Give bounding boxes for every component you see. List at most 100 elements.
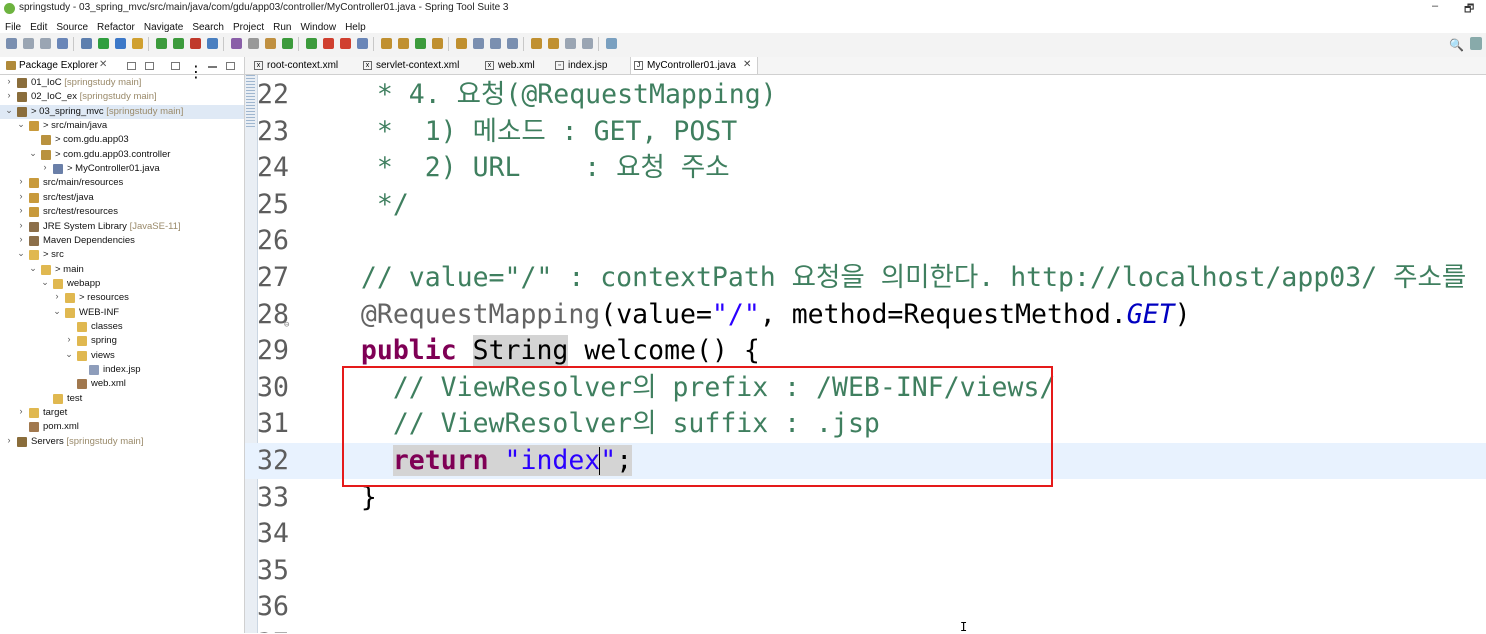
tree-item[interactable]: ⌄ > com.gdu.app03.controller	[0, 148, 244, 162]
menu-source[interactable]: Source	[51, 20, 92, 33]
collapse-arrow-icon[interactable]: ›	[53, 291, 61, 301]
code-line[interactable]: 25 */	[245, 187, 1486, 223]
toggle-icon[interactable]	[81, 38, 92, 49]
open-icon[interactable]	[357, 38, 368, 49]
menu-refactor[interactable]: Refactor	[92, 20, 139, 33]
collapse-arrow-icon[interactable]: ›	[65, 334, 73, 344]
perspective-icon[interactable]	[1470, 37, 1482, 50]
tree-item[interactable]: › target	[0, 406, 244, 420]
minimize-button[interactable]: –	[1432, 0, 1438, 12]
extra-1-icon[interactable]	[490, 38, 501, 49]
server-icon[interactable]	[231, 38, 242, 49]
code-line[interactable]: 37	[245, 626, 1486, 633]
code-line[interactable]: 26	[245, 223, 1486, 259]
expand-arrow-icon[interactable]: ⌄	[5, 105, 13, 116]
code-line[interactable]: 28 ⊖ @RequestMapping(value="/", method=Re…	[245, 297, 1486, 333]
spring-icon[interactable]	[115, 38, 126, 49]
run-icon[interactable]	[173, 38, 184, 49]
minimize-view-icon[interactable]	[208, 66, 217, 68]
stop-icon[interactable]	[190, 38, 201, 49]
back-icon[interactable]	[456, 38, 467, 49]
expand-arrow-icon[interactable]: ⌄	[29, 148, 37, 159]
deploy-icon[interactable]	[207, 38, 218, 49]
menu-file[interactable]: File	[0, 20, 25, 33]
tree-item[interactable]: ⌄ > src	[0, 248, 244, 262]
close-icon[interactable]: ✕	[743, 59, 751, 70]
expand-arrow-icon[interactable]: ⌄	[29, 263, 37, 274]
collapse-arrow-icon[interactable]: ›	[17, 406, 25, 416]
run-last-icon[interactable]	[156, 38, 167, 49]
console-icon[interactable]	[340, 38, 351, 49]
new-icon[interactable]	[6, 38, 17, 49]
expand-arrow-icon[interactable]: ⌄	[41, 277, 49, 288]
print-icon[interactable]	[57, 38, 68, 49]
prev-icon[interactable]	[415, 38, 426, 49]
code-line[interactable]: 24 * 2) URL : 요청 주소	[245, 150, 1486, 186]
tree-item[interactable]: › JRE System Library [JavaSE-11]	[0, 220, 244, 234]
tree-item[interactable]: ⌄ > 03_spring_mvc [springstudy main]	[0, 104, 244, 119]
search-icon[interactable]	[282, 38, 293, 49]
tree-item[interactable]: ⌄ > src/main/java	[0, 119, 244, 133]
next-icon[interactable]	[398, 38, 409, 49]
code-editor[interactable]: 22 * 4. 요청(@RequestMapping) 23 * 1) 메소드 :…	[245, 75, 1486, 633]
collapse-arrow-icon[interactable]: ›	[17, 220, 25, 230]
code-line[interactable]: 36	[245, 589, 1486, 625]
tree-item[interactable]: › src/test/java	[0, 191, 244, 205]
collapse-arrow-icon[interactable]: ›	[41, 162, 49, 172]
tree-item[interactable]: test	[0, 392, 244, 406]
tree-item[interactable]: web.xml	[0, 377, 244, 391]
collapse-arrow-icon[interactable]: ›	[17, 205, 25, 215]
extra-5-icon[interactable]	[565, 38, 576, 49]
properties-icon[interactable]	[248, 38, 259, 49]
collapse-arrow-icon[interactable]: ›	[5, 76, 13, 86]
forward-icon[interactable]	[432, 38, 443, 49]
tree-item[interactable]: classes	[0, 320, 244, 334]
filter-icon[interactable]	[171, 62, 180, 70]
code-line[interactable]: 22 * 4. 요청(@RequestMapping)	[245, 77, 1486, 113]
editor-tab[interactable]: x servlet-context.xml	[360, 57, 478, 74]
tree-item[interactable]: > com.gdu.app03	[0, 133, 244, 147]
tree-item[interactable]: index.jsp	[0, 363, 244, 377]
pin-icon[interactable]	[473, 38, 484, 49]
tree-item[interactable]: › src/test/resources	[0, 205, 244, 219]
tree-item[interactable]: ⌄ webapp	[0, 277, 244, 291]
collapse-arrow-icon[interactable]: ›	[17, 234, 25, 244]
code-line[interactable]: 34	[245, 516, 1486, 552]
extra-4-icon[interactable]	[548, 38, 559, 49]
editor-tab[interactable]: ▫ index.jsp	[552, 57, 626, 74]
tree-item[interactable]: › src/main/resources	[0, 176, 244, 190]
collapse-arrow-icon[interactable]: ›	[17, 191, 25, 201]
tree-item[interactable]: › > MyController01.java	[0, 162, 244, 176]
editor-tab[interactable]: x root-context.xml	[251, 57, 357, 74]
refresh-icon[interactable]	[132, 38, 143, 49]
close-icon[interactable]: ✕	[99, 59, 107, 70]
expand-arrow-icon[interactable]: ⌄	[17, 119, 25, 130]
tree-item[interactable]: › Servers [springstudy main]	[0, 435, 244, 449]
collapse-arrow-icon[interactable]: ›	[5, 90, 13, 100]
package-explorer-tab[interactable]: Package Explorer ✕ ⋮	[0, 57, 244, 81]
tree-item[interactable]: › 02_IoC_ex [springstudy main]	[0, 90, 244, 104]
open-type-icon[interactable]	[265, 38, 276, 49]
extra-6-icon[interactable]	[582, 38, 593, 49]
extra-7-icon[interactable]	[606, 38, 617, 49]
code-line[interactable]: 27 // value="/" : contextPath 요청을 의미한다. …	[245, 260, 1486, 296]
extra-3-icon[interactable]	[531, 38, 542, 49]
menu-navigate[interactable]: Navigate	[139, 20, 187, 33]
menu-search[interactable]: Search	[187, 20, 228, 33]
maximize-view-icon[interactable]	[226, 62, 235, 70]
expand-arrow-icon[interactable]: ⌄	[65, 349, 73, 360]
tree-item[interactable]: › spring	[0, 334, 244, 348]
tree-item[interactable]: ⌄ WEB-INF	[0, 306, 244, 320]
menu-edit[interactable]: Edit	[25, 20, 51, 33]
code-line[interactable]: 35	[245, 553, 1486, 589]
tree-item[interactable]: › 01_IoC [springstudy main]	[0, 76, 244, 90]
link-with-editor-icon[interactable]	[145, 62, 154, 70]
annotation-icon[interactable]	[381, 38, 392, 49]
tree-item[interactable]: › > resources	[0, 291, 244, 305]
code-line[interactable]: 29 public String welcome() {	[245, 333, 1486, 369]
code-line[interactable]: 23 * 1) 메소드 : GET, POST	[245, 114, 1486, 150]
tree-item[interactable]: ⌄ views	[0, 349, 244, 363]
expand-arrow-icon[interactable]: ⌄	[53, 306, 61, 317]
editor-tab[interactable]: x web.xml	[482, 57, 548, 74]
search-icon[interactable]: 🔍	[1449, 38, 1464, 52]
